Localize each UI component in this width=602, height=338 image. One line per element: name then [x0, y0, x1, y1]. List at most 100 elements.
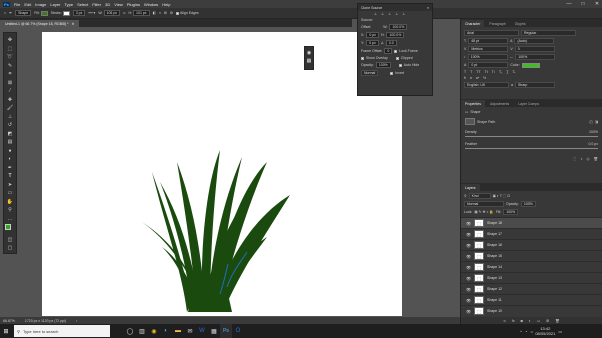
show-overlay-checkbox[interactable]	[361, 56, 364, 60]
trash-icon[interactable]: 🗑	[555, 319, 559, 323]
delete-icon[interactable]: 🗑	[594, 157, 598, 161]
font-size-field[interactable]: 48 pt	[468, 38, 509, 44]
layer-row[interactable]: 👁 ⬚ Shape 16	[461, 239, 602, 250]
small-caps-icon[interactable]: Tt	[485, 70, 488, 74]
layer-row[interactable]: 👁 ⬚ Shape 14	[461, 261, 602, 272]
adjustment-icon[interactable]: ◐	[529, 319, 531, 323]
dodge-tool-icon[interactable]: ◐	[6, 156, 14, 162]
tab-layer-comps[interactable]: Layer Comps	[514, 100, 543, 107]
layer-kind-select[interactable]: Kind	[468, 193, 491, 199]
stroke-swatch[interactable]	[62, 10, 70, 16]
color-swatches[interactable]	[5, 224, 15, 234]
menu-help[interactable]: Help	[162, 2, 170, 7]
frame-offset-field[interactable]: 0	[384, 48, 393, 54]
eye-icon[interactable]: 👁	[466, 298, 471, 303]
eye-icon[interactable]: 👁	[466, 254, 471, 259]
clone-source-slot-4[interactable]: ⊥	[395, 12, 398, 16]
menu-file[interactable]: File	[14, 2, 20, 7]
doc-info[interactable]: 1720 px x 1120 px (72 ppi)	[25, 319, 66, 323]
home-icon[interactable]: ⌂	[4, 11, 6, 15]
link-icon[interactable]: ∞	[123, 11, 126, 15]
close-icon[interactable]: ✕	[71, 22, 74, 26]
tab-paragraph[interactable]: Paragraph	[485, 20, 509, 27]
history-brush-tool-icon[interactable]: ↺	[6, 122, 14, 128]
menu-window[interactable]: Window	[144, 2, 158, 7]
subscript-icon[interactable]: T₁	[499, 70, 502, 74]
filter-icons[interactable]: ▣ ◐ T ⬚ ⊡	[493, 194, 511, 198]
blend-mode-select[interactable]: Normal	[464, 201, 504, 207]
invert-icon[interactable]: ◑	[580, 157, 582, 161]
close-button[interactable]: ✕	[592, 0, 602, 8]
stroke-type-select[interactable]: ━━ ▾	[88, 11, 95, 15]
eye-icon[interactable]: 👁	[466, 221, 471, 226]
minimize-button[interactable]: —	[564, 0, 574, 8]
layer-row[interactable]: 👁 ⬚ Shape 17	[461, 228, 602, 239]
chrome-icon[interactable]: ◉	[148, 324, 160, 338]
clone-opacity-field[interactable]: 100%	[375, 62, 391, 68]
file-explorer-icon[interactable]: ▬	[172, 324, 184, 338]
zoom-tool-icon[interactable]: ⚲	[6, 207, 14, 213]
clone-source-slot-1[interactable]: ⊥	[374, 12, 377, 16]
underline-icon[interactable]: T̲	[506, 70, 508, 74]
feather-slider[interactable]	[465, 148, 598, 149]
group-icon[interactable]: ▭	[537, 319, 540, 323]
clone-h-field[interactable]: 100.0%	[386, 32, 405, 38]
strikethrough-icon[interactable]: T̶	[512, 70, 514, 74]
layer-row[interactable]: 👁 ⬚ Shape 13	[461, 272, 602, 283]
marquee-tool-icon[interactable]: ⬚	[6, 46, 14, 52]
volume-icon[interactable]: ◃	[530, 329, 532, 334]
clipped-checkbox[interactable]	[395, 56, 399, 60]
edge-icon[interactable]: ◐	[160, 324, 172, 338]
clone-w-field[interactable]: 100.0%	[389, 24, 408, 30]
eye-icon[interactable]: 👁	[466, 243, 471, 248]
document-canvas[interactable]	[42, 32, 402, 316]
layer-fill-field[interactable]: 100%	[503, 209, 519, 215]
tab-adjustments[interactable]: Adjustments	[486, 100, 513, 107]
widgets-icon[interactable]: ▥	[136, 324, 148, 338]
hscale-field[interactable]: 100%	[515, 54, 556, 60]
fi-ligature-icon[interactable]: fi	[464, 76, 466, 80]
path-select-tool-icon[interactable]: ➤	[6, 182, 14, 188]
layer-opacity-field[interactable]: 100%	[520, 201, 536, 207]
frame-tool-icon[interactable]: ⊠	[6, 80, 14, 86]
path-align-icon[interactable]: ≡	[159, 11, 161, 15]
faux-italic-icon[interactable]: T	[470, 70, 472, 74]
feather-value[interactable]: 0.0 px	[588, 142, 598, 146]
menu-plugins[interactable]: Plugins	[127, 2, 140, 7]
menu-image[interactable]: Image	[35, 2, 46, 7]
font-style-select[interactable]: Regular	[521, 30, 576, 36]
link-layers-icon[interactable]: ∞	[503, 319, 506, 323]
select-icon[interactable]: ⬚	[573, 157, 576, 161]
screen-mode-icon[interactable]: ▢	[6, 245, 14, 251]
panel-menu-icon[interactable]: ≡	[427, 6, 429, 10]
tray-chevron-icon[interactable]: ^	[520, 329, 522, 334]
layer-row[interactable]: 👁 ⬚ Shape 11	[461, 294, 602, 305]
notifications-icon[interactable]: ▭	[558, 329, 562, 334]
zoom-level[interactable]: 66.67%	[3, 319, 15, 323]
hand-tool-icon[interactable]: ✋	[6, 199, 14, 205]
brush-tool-icon[interactable]: 🖌	[6, 105, 14, 111]
overlay-blend-select[interactable]: Normal	[361, 70, 379, 76]
baseline-field[interactable]: 0 pt	[468, 62, 509, 68]
eye-icon[interactable]: 👁	[466, 232, 471, 237]
tab-character[interactable]: Character	[461, 20, 485, 27]
path-arrange-icon[interactable]: ⊞	[164, 11, 167, 15]
add-mask-icon[interactable]: ◙	[521, 319, 523, 323]
h-field[interactable]: 101 px	[133, 10, 150, 16]
density-slider[interactable]	[465, 136, 598, 137]
all-caps-icon[interactable]: TT	[476, 70, 480, 74]
gradient-tool-icon[interactable]: ▤	[6, 139, 14, 145]
more-tools-icon[interactable]: …	[6, 216, 14, 222]
vector-mask-icon[interactable]: ◨	[595, 120, 598, 124]
vscale-field[interactable]: 100%	[467, 54, 508, 60]
maximize-button[interactable]: □	[578, 0, 588, 8]
menu-type[interactable]: Type	[64, 2, 73, 7]
density-value[interactable]: 100%	[589, 130, 598, 134]
crop-tool-icon[interactable]: ⌗	[6, 71, 14, 77]
foreground-color-swatch[interactable]	[5, 224, 11, 230]
photoshop-taskbar-icon[interactable]: Ps	[220, 324, 232, 338]
store-icon[interactable]: ▦	[208, 324, 220, 338]
windows-start-icon[interactable]: ⊞	[0, 324, 12, 338]
eye-icon[interactable]: 👁	[466, 265, 471, 270]
eyedropper-tool-icon[interactable]: ⁄	[6, 88, 14, 94]
